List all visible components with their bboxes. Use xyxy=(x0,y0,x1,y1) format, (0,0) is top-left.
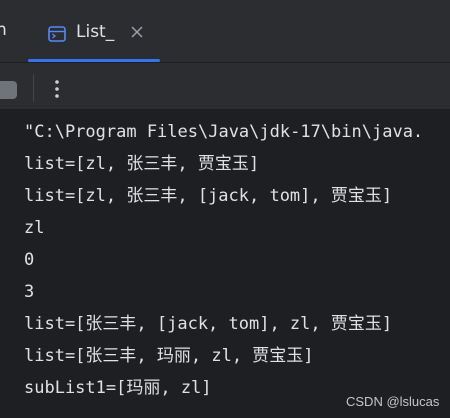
toolbar-separator xyxy=(33,74,34,102)
tab-partial-label[interactable]: n xyxy=(0,20,7,40)
console-line: 0 xyxy=(24,250,35,270)
console-output[interactable]: "C:\Program Files\Java\jdk-17\bin\java. … xyxy=(0,110,450,418)
close-icon[interactable] xyxy=(129,24,145,40)
console-line: list=[zl, 张三丰, 贾宝玉] xyxy=(24,154,260,174)
console-window-icon xyxy=(48,26,66,42)
console-line: list=[zl, 张三丰, [jack, tom], 贾宝玉] xyxy=(24,186,393,206)
tab-list[interactable]: List_ xyxy=(33,9,159,60)
editor-tab-bar: n List_ xyxy=(0,0,450,62)
watermark: CSDN @lslucas xyxy=(346,394,440,409)
more-vertical-icon[interactable] xyxy=(48,78,66,100)
run-toolbar xyxy=(0,62,450,110)
console-line: 3 xyxy=(24,282,35,302)
console-line: list=[张三丰, [jack, tom], zl, 贾宝玉] xyxy=(24,314,393,334)
console-line: subList1=[玛丽, zl] xyxy=(24,378,212,398)
tab-label: List_ xyxy=(76,22,115,42)
console-line: zl xyxy=(24,218,45,238)
console-line: list=[张三丰, 玛丽, zl, 贾宝玉] xyxy=(24,346,314,366)
console-line: "C:\Program Files\Java\jdk-17\bin\java. xyxy=(24,122,424,142)
stop-icon[interactable] xyxy=(0,81,17,99)
